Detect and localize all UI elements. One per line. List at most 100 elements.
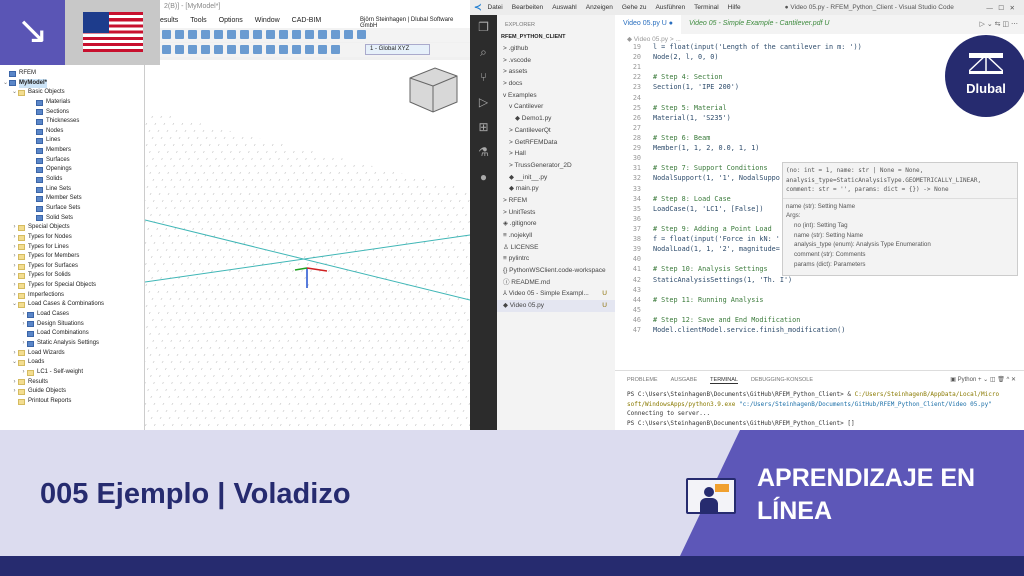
tree-item[interactable]: › Types for Members xyxy=(0,252,144,262)
tree-item[interactable]: Thicknesses xyxy=(0,117,144,127)
file-item[interactable]: ⅄ Video 05 - Simple Exampl... U xyxy=(497,288,615,300)
view-select[interactable]: 1 - Global XYZ xyxy=(365,44,430,55)
toolbar-button-icon[interactable] xyxy=(331,30,340,39)
rfem-menu-item[interactable]: Options xyxy=(219,17,243,25)
toolbar-button-icon[interactable] xyxy=(162,45,171,54)
file-item[interactable]: > RFEM xyxy=(497,195,615,207)
file-item[interactable]: ◆ main.py xyxy=(497,183,615,195)
tree-item[interactable]: › Design Situations xyxy=(0,320,144,330)
tree-item[interactable]: Member Sets xyxy=(0,194,144,204)
tree-item[interactable]: › Types for Special Objects xyxy=(0,281,144,291)
search-icon[interactable]: ⌕ xyxy=(470,40,497,65)
terminal-output[interactable]: PS C:\Users\SteinhagenB\Documents\GitHub… xyxy=(615,390,1024,428)
chevron-right-icon[interactable]: › xyxy=(20,368,27,378)
chevron-right-icon[interactable]: › xyxy=(20,339,27,349)
file-item[interactable]: > GetRFEMData xyxy=(497,137,615,149)
toolbar-button-icon[interactable] xyxy=(253,45,262,54)
file-item[interactable]: ≡ pylintrc xyxy=(497,253,615,265)
github-icon[interactable]: ● xyxy=(470,165,497,190)
file-item[interactable]: > TrussGenerator_2D xyxy=(497,160,615,172)
toolbar-button-icon[interactable] xyxy=(214,45,223,54)
vscode-menu-item[interactable]: Terminal xyxy=(694,4,719,11)
vscode-menu-item[interactable]: Ausführen xyxy=(655,4,685,11)
toolbar-button-icon[interactable] xyxy=(318,30,327,39)
tab-video-05-py[interactable]: Video 05.py U ● xyxy=(615,15,682,34)
extensions-icon[interactable]: ⊞ xyxy=(470,115,497,140)
chevron-right-icon[interactable]: › xyxy=(11,262,18,272)
3d-viewport[interactable] xyxy=(145,60,470,430)
file-item[interactable]: > .github xyxy=(497,43,615,55)
panel-tab[interactable]: TERMINAL xyxy=(710,377,738,384)
file-item[interactable]: ◆ Video 05.py U xyxy=(497,300,615,312)
chevron-right-icon[interactable]: › xyxy=(20,320,27,330)
terminal-actions[interactable]: ▣ Python + ⌄ ◫ 🗑 ^ ✕ xyxy=(950,376,1016,383)
file-item[interactable]: ♙ LICENSE xyxy=(497,242,615,254)
tree-item[interactable]: Solids xyxy=(0,175,144,185)
toolbar-button-icon[interactable] xyxy=(175,45,184,54)
toolbar-button-icon[interactable] xyxy=(227,45,236,54)
tree-item[interactable]: Lines xyxy=(0,136,144,146)
chevron-down-icon[interactable]: ⌄ xyxy=(2,79,9,89)
chevron-right-icon[interactable]: › xyxy=(20,310,27,320)
file-item[interactable]: {} PythonWSClient.code-workspace xyxy=(497,265,615,277)
tree-item[interactable]: Members xyxy=(0,146,144,156)
chevron-right-icon[interactable]: › xyxy=(11,223,18,233)
toolbar-button-icon[interactable] xyxy=(240,45,249,54)
chevron-down-icon[interactable]: ⌄ xyxy=(11,358,18,368)
tree-item[interactable]: › Guide Objects xyxy=(0,387,144,397)
chevron-right-icon[interactable]: › xyxy=(11,387,18,397)
toolbar-button-icon[interactable] xyxy=(318,45,327,54)
tree-item[interactable]: Surface Sets xyxy=(0,204,144,214)
toolbar-button-icon[interactable] xyxy=(188,30,197,39)
file-item[interactable]: ⓘ README.md xyxy=(497,277,615,289)
tree-item[interactable]: Nodes xyxy=(0,127,144,137)
tree-item[interactable]: ⌄ MyModel* xyxy=(0,78,144,89)
rfem-menu-item[interactable]: Tools xyxy=(190,17,206,25)
tree-item[interactable]: › Load Cases xyxy=(0,310,144,320)
testing-icon[interactable]: ⚗ xyxy=(470,140,497,165)
toolbar-button-icon[interactable] xyxy=(201,30,210,39)
file-item[interactable]: > CantileverQt xyxy=(497,125,615,137)
tree-item[interactable]: › Types for Solids xyxy=(0,271,144,281)
toolbar-button-icon[interactable] xyxy=(214,30,223,39)
file-item[interactable]: > assets xyxy=(497,66,615,78)
rfem-menu-item[interactable]: esults xyxy=(160,17,178,25)
file-item[interactable]: v Examples xyxy=(497,90,615,102)
tree-item[interactable]: Line Sets xyxy=(0,185,144,195)
tree-item[interactable]: ⌄ Load Cases & Combinations xyxy=(0,300,144,310)
vscode-menu-item[interactable]: Auswahl xyxy=(552,4,577,11)
file-item[interactable]: > Hall xyxy=(497,148,615,160)
tree-item[interactable]: › Static Analysis Settings xyxy=(0,339,144,349)
tree-item[interactable]: Openings xyxy=(0,165,144,175)
chevron-right-icon[interactable]: › xyxy=(11,271,18,281)
file-item[interactable]: ◈ .gitignore xyxy=(497,218,615,230)
file-item[interactable]: ◆ Demo1.py xyxy=(497,113,615,125)
tree-item[interactable]: ⌄ Loads xyxy=(0,358,144,368)
explorer-icon[interactable]: ❐ xyxy=(470,15,497,40)
tree-item[interactable]: Surfaces xyxy=(0,156,144,166)
tree-item[interactable]: › Results xyxy=(0,378,144,388)
toolbar-button-icon[interactable] xyxy=(188,45,197,54)
toolbar-button-icon[interactable] xyxy=(266,45,275,54)
tree-item[interactable]: › Load Wizards xyxy=(0,349,144,359)
run-debug-icon[interactable]: ▷ xyxy=(470,90,497,115)
vscode-menu-item[interactable]: Bearbeiten xyxy=(512,4,543,11)
tree-item[interactable]: Solid Sets xyxy=(0,214,144,224)
toolbar-button-icon[interactable] xyxy=(227,30,236,39)
toolbar-button-icon[interactable] xyxy=(175,30,184,39)
toolbar-button-icon[interactable] xyxy=(305,45,314,54)
toolbar-button-icon[interactable] xyxy=(266,30,275,39)
editor-actions[interactable]: ▷ ⌄ ⇆ ◫ ⋯ xyxy=(973,15,1024,34)
project-root[interactable]: RFEM_PYTHON_CLIENT xyxy=(497,31,615,43)
panel-tab[interactable]: PROBLEME xyxy=(627,377,658,384)
tree-item[interactable]: › Special Objects xyxy=(0,223,144,233)
chevron-right-icon[interactable]: › xyxy=(11,252,18,262)
toolbar-button-icon[interactable] xyxy=(279,45,288,54)
chevron-right-icon[interactable]: › xyxy=(11,378,18,388)
toolbar-button-icon[interactable] xyxy=(357,30,366,39)
vscode-menu-item[interactable]: Anzeigen xyxy=(586,4,613,11)
tree-item[interactable]: › Imperfections xyxy=(0,291,144,301)
chevron-right-icon[interactable]: › xyxy=(11,281,18,291)
panel-tab[interactable]: DEBUGGING-KONSOLE xyxy=(751,377,813,384)
chevron-down-icon[interactable]: ⌄ xyxy=(11,88,18,98)
